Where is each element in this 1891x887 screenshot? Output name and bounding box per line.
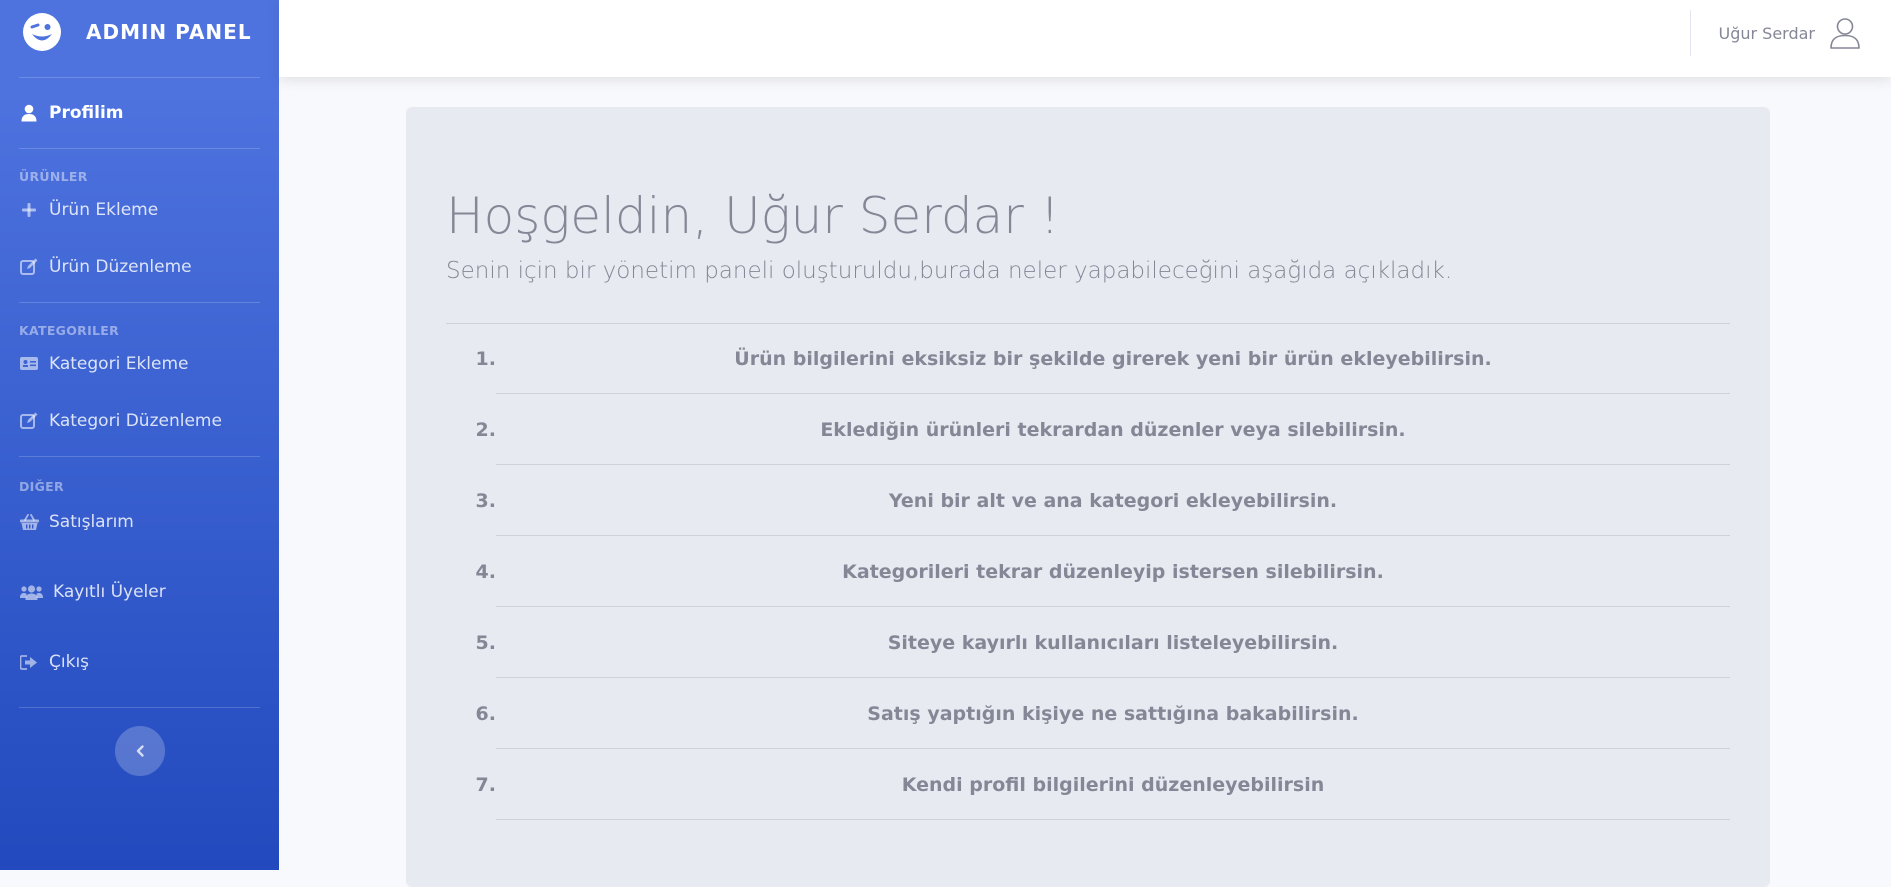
feature-text: Kendi profil bilgilerini düzenleyebilirs… xyxy=(496,750,1730,820)
list-item: 3. Yeni bir alt ve ana kategori ekleyebi… xyxy=(446,466,1730,537)
sidebar-item-label: Çıkış xyxy=(49,652,90,672)
user-outline-icon xyxy=(1830,18,1860,49)
user-icon xyxy=(19,103,39,123)
edit-icon xyxy=(19,257,39,277)
sidebar-item-label: Profilim xyxy=(49,103,124,123)
welcome-panel: Hoşgeldin, Uğur Serdar ! Senin için bir … xyxy=(406,107,1770,887)
feature-text: Eklediğin ürünleri tekrardan düzenler ve… xyxy=(496,395,1730,465)
edit-icon xyxy=(19,411,39,431)
sidebar-item-label: Kayıtlı Üyeler xyxy=(53,582,166,602)
sidebar-item-profilim[interactable]: Profilim xyxy=(0,78,279,148)
sidebar-item-label: Kategori Düzenleme xyxy=(49,411,222,431)
feature-number: 2. xyxy=(475,419,496,441)
list-item: 7. Kendi profil bilgilerini düzenleyebil… xyxy=(446,750,1730,821)
sidebar-item-kayitli-uyeler[interactable]: Kayıtlı Üyeler xyxy=(0,547,279,637)
sidebar-brand[interactable]: ADMIN PANEL xyxy=(0,0,279,64)
sidebar-heading-diger: DIĞER xyxy=(19,479,64,494)
sidebar-item-label: Kategori Ekleme xyxy=(49,353,189,374)
sidebar-heading-kategoriler: KATEGORILER xyxy=(19,323,120,338)
sidebar-item-satislarim[interactable]: Satışlarım xyxy=(0,497,279,547)
topbar-divider xyxy=(1690,10,1691,56)
winking-face-icon xyxy=(23,13,61,51)
feature-text: Siteye kayırlı kullanıcıları listeleyebi… xyxy=(496,608,1730,678)
sign-out-icon xyxy=(19,652,39,672)
feature-text: Satış yaptığın kişiye ne sattığına bakab… xyxy=(496,679,1730,749)
welcome-lead: Senin için bir yönetim paneli oluşturuld… xyxy=(446,258,1453,284)
users-icon xyxy=(19,582,43,602)
sidebar-item-urun-duzenleme[interactable]: Ürün Düzenleme xyxy=(0,232,279,302)
id-card-icon xyxy=(19,354,39,374)
list-item: 1. Ürün bilgilerini eksiksiz bir şekilde… xyxy=(446,324,1730,395)
feature-number: 7. xyxy=(475,774,496,796)
plus-icon xyxy=(19,200,39,220)
sidebar-toggle-area xyxy=(0,708,279,776)
brand-title: ADMIN PANEL xyxy=(86,20,252,44)
list-item: 4. Kategorileri tekrar düzenleyip isters… xyxy=(446,537,1730,608)
feature-list: 1. Ürün bilgilerini eksiksiz bir şekilde… xyxy=(446,324,1730,821)
sidebar-toggle-button[interactable] xyxy=(114,726,165,776)
feature-number: 1. xyxy=(475,348,496,370)
sidebar-item-label: Satışlarım xyxy=(49,512,134,532)
topbar: Uğur Serdar xyxy=(279,0,1891,77)
feature-number: 5. xyxy=(475,632,496,654)
feature-number: 3. xyxy=(475,490,496,512)
sidebar-item-label: Ürün Düzenleme xyxy=(49,257,192,277)
list-item: 2. Eklediğin ürünleri tekrardan düzenler… xyxy=(446,395,1730,466)
list-item: 5. Siteye kayırlı kullanıcıları listeley… xyxy=(446,608,1730,679)
sidebar-item-cikis[interactable]: Çıkış xyxy=(0,637,279,687)
user-name: Uğur Serdar xyxy=(1718,23,1815,43)
sidebar-item-kategori-duzenleme[interactable]: Kategori Düzenleme xyxy=(0,386,279,456)
sidebar-heading-urunler: ÜRÜNLER xyxy=(19,169,88,184)
feature-text: Yeni bir alt ve ana kategori ekleyebilir… xyxy=(496,466,1730,536)
feature-text: Kategorileri tekrar düzenleyip istersen … xyxy=(496,537,1730,607)
welcome-title: Hoşgeldin, Uğur Serdar ! xyxy=(446,187,1060,245)
chevron-left-icon xyxy=(136,745,144,757)
sidebar-item-label: Ürün Ekleme xyxy=(49,199,159,220)
shopping-basket-icon xyxy=(19,512,39,532)
feature-text: Ürün bilgilerini eksiksiz bir şekilde gi… xyxy=(496,324,1730,394)
sidebar: ADMIN PANEL Profilim ÜRÜNLER Ürün Ekleme xyxy=(0,0,279,870)
user-dropdown[interactable]: Uğur Serdar xyxy=(1718,14,1861,52)
sidebar-item-urun-ekleme[interactable]: Ürün Ekleme xyxy=(0,187,279,232)
feature-number: 4. xyxy=(475,561,496,583)
list-item: 6. Satış yaptığın kişiye ne sattığına ba… xyxy=(446,679,1730,750)
sidebar-item-kategori-ekleme[interactable]: Kategori Ekleme xyxy=(0,341,279,386)
feature-number: 6. xyxy=(475,703,496,725)
